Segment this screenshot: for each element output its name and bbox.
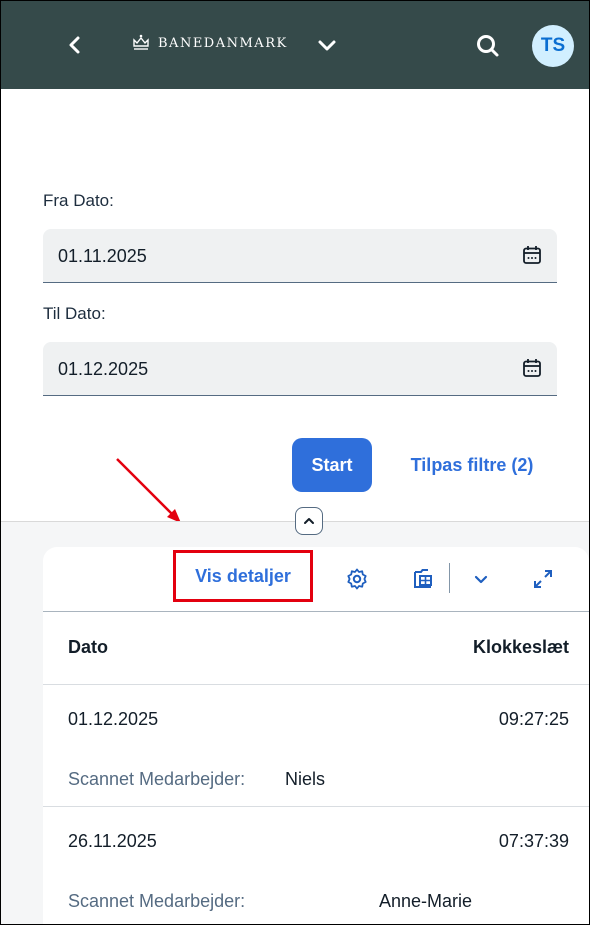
row-1-date: 01.12.2025 bbox=[68, 709, 159, 729]
column-header-date[interactable]: Dato bbox=[68, 637, 108, 658]
row-2-time: 07:37:39 bbox=[498, 831, 569, 851]
results-table: Vis detaljer Dato Klokkeslæt 01.12.2025 … bbox=[43, 547, 589, 924]
settings-icon[interactable] bbox=[345, 567, 369, 591]
search-icon[interactable] bbox=[471, 29, 505, 63]
row-2-date: 26.11.2025 bbox=[68, 831, 157, 851]
to-date-label: Til Dato: bbox=[43, 304, 106, 323]
from-date-field[interactable]: 01.11.2025 bbox=[43, 229, 557, 283]
avatar[interactable]: TS bbox=[532, 25, 574, 67]
row-1-employee: Niels bbox=[285, 769, 326, 789]
table-toolbar: Vis detaljer bbox=[43, 547, 589, 612]
show-details-button[interactable]: Vis detaljer bbox=[173, 550, 313, 602]
to-date-value: 01.12.2025 bbox=[58, 359, 149, 379]
start-button[interactable]: Start bbox=[292, 438, 372, 492]
fullscreen-icon[interactable] bbox=[531, 567, 555, 591]
export-icon[interactable] bbox=[411, 567, 435, 591]
row-1-time: 09:27:25 bbox=[498, 709, 569, 729]
app-frame: BANEDANMARK TS Fra Dato: 01.11.2025 Til … bbox=[0, 0, 590, 925]
collapse-header-button[interactable] bbox=[295, 507, 323, 535]
row-divider bbox=[43, 806, 589, 807]
column-header-time[interactable]: Klokkeslæt bbox=[473, 637, 569, 658]
from-date-value: 01.11.2025 bbox=[58, 246, 147, 266]
row-2-employee: Anne-Marie bbox=[379, 891, 473, 911]
company-logo[interactable]: BANEDANMARK bbox=[131, 33, 288, 53]
row-1-employee-label: Scannet Medarbejder: bbox=[68, 769, 246, 789]
row-2-employee-label: Scannet Medarbejder: bbox=[68, 891, 246, 911]
toolbar-separator bbox=[449, 563, 450, 593]
back-icon[interactable] bbox=[59, 29, 91, 61]
logo-text: BANEDANMARK bbox=[158, 35, 288, 51]
crown-logo-icon bbox=[133, 34, 149, 50]
calendar-icon[interactable] bbox=[521, 357, 543, 379]
calendar-icon[interactable] bbox=[521, 244, 543, 266]
shell-bar: BANEDANMARK TS bbox=[1, 1, 589, 89]
menu-chevron-icon[interactable] bbox=[311, 29, 343, 61]
chevron-down-icon[interactable] bbox=[469, 567, 493, 591]
from-date-label: Fra Dato: bbox=[43, 191, 114, 210]
adapt-filters-button[interactable]: Tilpas filtre (2) bbox=[393, 438, 551, 492]
row-divider bbox=[43, 684, 589, 685]
to-date-field[interactable]: 01.12.2025 bbox=[43, 342, 557, 396]
collapse-icon bbox=[304, 518, 314, 524]
